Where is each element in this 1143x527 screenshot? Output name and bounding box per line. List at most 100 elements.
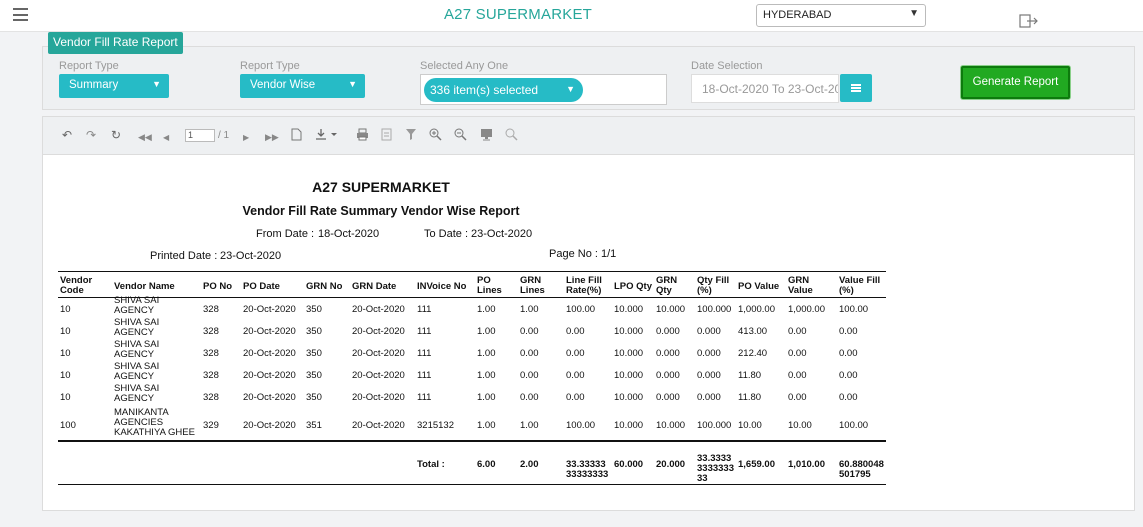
cell-grn-date: 20-Oct-2020: [352, 370, 405, 381]
cell-po-value: 11.80: [738, 392, 762, 403]
cell-po-lines: 1.00: [477, 392, 496, 403]
page-setup-icon[interactable]: [381, 128, 392, 141]
col-header-po-no: PO No: [203, 281, 233, 292]
refresh-icon[interactable]: ↻: [111, 128, 121, 142]
cell-lpo-qty: 10.000: [614, 304, 644, 315]
cell-grn-date: 20-Oct-2020: [352, 392, 405, 403]
cell-value-fill: 0.00: [839, 348, 858, 359]
col-header-line-fill: Line Fill Rate(%): [566, 275, 602, 296]
cell-grn-lines: 0.00: [520, 348, 539, 359]
filter-icon[interactable]: [405, 128, 417, 141]
cell-code: 10: [60, 304, 71, 315]
cell-po-no: 328: [203, 304, 219, 315]
cell-qty-fill: 100.000: [697, 420, 732, 431]
report-type-2-value: Vendor Wise: [250, 79, 316, 91]
cell-value-fill: 0.00: [839, 392, 858, 403]
cell-po-value: 1,000.00: [738, 304, 775, 315]
report-type-2-select[interactable]: Vendor Wise ▼: [240, 74, 365, 98]
generate-report-button[interactable]: Generate Report: [961, 66, 1070, 99]
total-po-lines: 6.00: [477, 459, 496, 470]
cell-grn-lines: 1.00: [520, 304, 539, 315]
cell-po-no: 328: [203, 392, 219, 403]
panel-title: Vendor Fill Rate Report: [48, 32, 183, 54]
document-icon[interactable]: [291, 128, 302, 141]
cell-invoice: 111: [417, 304, 432, 315]
table-top-rule: [58, 271, 886, 272]
cell-code: 10: [60, 392, 71, 403]
table-bottom-rule: [58, 484, 886, 485]
prev-page-icon[interactable]: ◀: [163, 131, 169, 145]
redo-icon[interactable]: ↷: [86, 128, 96, 142]
total-grn-qty: 20.000: [656, 459, 686, 470]
cell-grn-date: 20-Oct-2020: [352, 420, 405, 431]
cell-line-fill: 0.00: [566, 326, 585, 337]
to-date-label: To Date :: [424, 228, 469, 240]
col-header-lpo-qty: LPO Qty: [614, 281, 653, 292]
report-type-select[interactable]: Summary ▼: [59, 74, 169, 98]
cell-grn-no: 351: [306, 420, 322, 431]
undo-icon[interactable]: ↶: [62, 128, 72, 142]
selected-items-value: 336 item(s) selected: [430, 83, 539, 97]
cell-invoice: 111: [417, 348, 432, 359]
zoom-in-icon[interactable]: [429, 128, 442, 141]
fit-screen-icon[interactable]: [480, 128, 493, 141]
search-icon[interactable]: [505, 128, 518, 141]
next-page-icon[interactable]: ▶: [243, 131, 249, 145]
cell-qty-fill: 100.000: [697, 304, 732, 315]
cell-grn-no: 350: [306, 392, 322, 403]
cell-line-fill: 0.00: [566, 348, 585, 359]
cell-grn-date: 20-Oct-2020: [352, 348, 405, 359]
cell-grn-value: 0.00: [788, 348, 807, 359]
cell-invoice: 111: [417, 370, 432, 381]
item-multiselect[interactable]: 336 item(s) selected ▼: [420, 74, 667, 105]
zoom-out-icon[interactable]: [454, 128, 467, 141]
print-icon[interactable]: [356, 128, 369, 141]
report-type-label: Report Type: [59, 60, 119, 72]
selected-items-pill[interactable]: 336 item(s) selected ▼: [424, 78, 583, 102]
first-page-icon[interactable]: ◀◀: [138, 130, 152, 144]
cell-qty-fill: 0.000: [697, 326, 721, 337]
report-company: A27 SUPERMARKET: [312, 179, 450, 195]
last-page-icon[interactable]: ▶▶: [265, 130, 279, 144]
cell-po-date: 20-Oct-2020: [243, 326, 296, 337]
cell-po-date: 20-Oct-2020: [243, 304, 296, 315]
cell-qty-fill: 0.000: [697, 348, 721, 359]
col-header-value-fill: Value Fill (%): [839, 275, 881, 296]
cell-lpo-qty: 10.000: [614, 326, 644, 337]
chevron-down-icon: ▼: [909, 8, 919, 19]
body-bottom-rule: [58, 440, 886, 442]
cell-grn-no: 350: [306, 326, 322, 337]
cell-value-fill: 0.00: [839, 370, 858, 381]
date-range-input[interactable]: 18-Oct-2020 To 23-Oct-2020: [691, 74, 839, 103]
export-icon[interactable]: [315, 128, 339, 141]
page-number-input[interactable]: 1: [185, 129, 215, 142]
cell-po-no: 328: [203, 326, 219, 337]
report-title: Vendor Fill Rate Summary Vendor Wise Rep…: [242, 204, 520, 218]
col-header-qty-fill: Qty Fill (%): [697, 275, 730, 296]
date-picker-button[interactable]: [840, 74, 872, 102]
cell-code: 10: [60, 370, 71, 381]
cell-grn-qty: 0.000: [656, 326, 680, 337]
logout-icon[interactable]: [1019, 14, 1039, 28]
branch-select[interactable]: HYDERABAD ▼: [756, 4, 926, 27]
cell-invoice: 111: [417, 326, 432, 337]
cell-qty-fill: 0.000: [697, 392, 721, 403]
caret-down-icon: ▼: [566, 84, 575, 94]
cell-grn-date: 20-Oct-2020: [352, 326, 405, 337]
cell-code: 100: [60, 420, 76, 431]
total-value-fill: 60.880048501795: [839, 459, 884, 480]
printed-date-value: 23-Oct-2020: [220, 250, 282, 262]
cell-grn-value: 0.00: [788, 392, 807, 403]
cell-po-no: 329: [203, 420, 219, 431]
cell-grn-no: 350: [306, 370, 322, 381]
page-count: / 1: [218, 130, 230, 141]
total-grn-value: 1,010.00: [788, 459, 825, 470]
cell-grn-value: 0.00: [788, 370, 807, 381]
cell-lpo-qty: 10.000: [614, 348, 644, 359]
col-header-vendor-code: Vendor Code: [60, 275, 93, 296]
from-date-label: From Date :: [256, 228, 315, 240]
cell-vendor-name: SHIVA SAI AGENCY: [114, 317, 160, 338]
page-no-value: 1/1: [601, 248, 617, 260]
cell-po-lines: 1.00: [477, 348, 496, 359]
cell-po-lines: 1.00: [477, 304, 496, 315]
